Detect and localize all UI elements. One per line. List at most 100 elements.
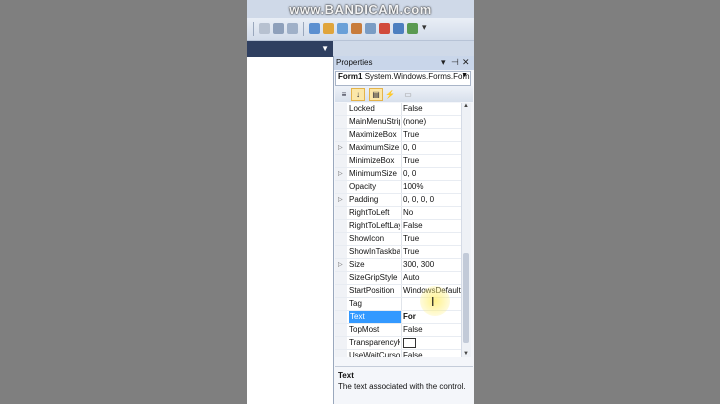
column-divider[interactable] <box>401 194 402 206</box>
property-value[interactable]: True <box>403 155 461 167</box>
toolbar-icon[interactable] <box>379 23 390 34</box>
property-row[interactable]: ShowIcon True <box>335 233 461 246</box>
property-value[interactable]: False <box>403 350 461 357</box>
property-value[interactable]: True <box>403 233 461 245</box>
properties-icon[interactable]: ▤ <box>369 88 383 101</box>
property-value[interactable]: No <box>403 207 461 219</box>
property-value[interactable] <box>403 337 461 349</box>
property-row[interactable]: MinimizeBox True <box>335 155 461 168</box>
column-divider[interactable] <box>401 311 402 323</box>
toolbar-icon[interactable] <box>309 23 320 34</box>
property-row[interactable]: ShowInTaskbar True <box>335 246 461 259</box>
property-value[interactable]: False <box>403 103 461 115</box>
toolbar-icon[interactable] <box>351 23 362 34</box>
column-divider[interactable] <box>401 129 402 141</box>
categorized-icon[interactable]: ≡ <box>337 88 351 101</box>
chevron-down-icon[interactable]: ▼ <box>461 72 468 79</box>
property-value[interactable]: 0, 0 <box>403 168 461 180</box>
column-divider[interactable] <box>401 246 402 258</box>
property-row[interactable]: StartPosition WindowsDefaultLocation <box>335 285 461 298</box>
property-value[interactable]: 0, 0, 0, 0 <box>403 194 461 206</box>
property-row[interactable]: MainMenuStrip (none) <box>335 116 461 129</box>
scroll-thumb[interactable] <box>463 253 469 343</box>
property-row[interactable]: RightToLeft No <box>335 207 461 220</box>
expand-icon[interactable]: ▷ <box>338 259 343 271</box>
property-row[interactable]: ▷ MinimumSize 0, 0 <box>335 168 461 181</box>
column-divider[interactable] <box>401 103 402 115</box>
toolbar-icon[interactable] <box>365 23 376 34</box>
property-value[interactable]: 300, 300 <box>403 259 461 271</box>
column-divider[interactable] <box>401 181 402 193</box>
property-name: Opacity <box>349 182 377 191</box>
scroll-down-icon[interactable]: ▼ <box>463 351 469 357</box>
designer-surface[interactable]: ▼ <box>247 41 333 404</box>
property-row[interactable]: ▷ Padding 0, 0, 0, 0 <box>335 194 461 207</box>
property-row[interactable]: RightToLeftLayoutFalse <box>335 220 461 233</box>
column-divider[interactable] <box>401 168 402 180</box>
column-divider[interactable] <box>401 259 402 271</box>
property-value[interactable]: Auto <box>403 272 461 284</box>
property-name: Padding <box>349 195 379 204</box>
column-divider[interactable] <box>401 142 402 154</box>
property-value[interactable]: For <box>403 311 461 323</box>
row-margin <box>335 246 347 258</box>
column-divider[interactable] <box>401 116 402 128</box>
events-icon[interactable]: ⚡ <box>383 88 397 101</box>
pin-icon[interactable]: ⊣ <box>451 57 459 68</box>
panel-menu-icon[interactable]: ▾ <box>441 57 446 68</box>
expand-icon[interactable]: ▷ <box>338 168 343 180</box>
property-value[interactable]: 100% <box>403 181 461 193</box>
scroll-up-icon[interactable]: ▲ <box>463 103 469 109</box>
property-value[interactable]: True <box>403 129 461 141</box>
toolbar-icon[interactable] <box>287 23 298 34</box>
property-row[interactable]: Text For <box>335 311 461 324</box>
property-row[interactable]: MaximizeBox True <box>335 129 461 142</box>
property-name: SizeGripStyle <box>349 273 398 282</box>
property-name: TopMost <box>349 325 380 334</box>
property-value[interactable]: (none) <box>403 116 461 128</box>
toolbar-icon[interactable] <box>273 23 284 34</box>
expand-icon[interactable]: ▷ <box>338 142 343 154</box>
column-divider[interactable] <box>401 298 402 310</box>
column-divider[interactable] <box>401 337 402 349</box>
property-row[interactable]: TransparencyKey <box>335 337 461 350</box>
toolbar-icon[interactable] <box>323 23 334 34</box>
toolbar-icon[interactable] <box>393 23 404 34</box>
property-value[interactable]: WindowsDefaultLocation <box>403 285 461 297</box>
property-name: MaximumSize <box>349 143 400 152</box>
close-icon[interactable]: ✕ <box>462 57 470 68</box>
property-row[interactable]: ▷ Size 300, 300 <box>335 259 461 272</box>
property-row[interactable]: Tag <box>335 298 461 311</box>
column-divider[interactable] <box>401 220 402 232</box>
column-divider[interactable] <box>401 285 402 297</box>
property-grid-scrollbar[interactable]: ▲ ▼ <box>461 103 471 357</box>
object-selector[interactable]: Form1 System.Windows.Forms.Forn ▼ <box>335 71 471 86</box>
property-value[interactable]: False <box>403 324 461 336</box>
ide-toolbar: ▾ <box>247 18 474 41</box>
column-divider[interactable] <box>401 350 402 357</box>
property-row[interactable]: TopMost False <box>335 324 461 337</box>
property-value[interactable]: 0, 0 <box>403 142 461 154</box>
alphabetical-icon[interactable]: ↓ <box>351 88 365 101</box>
color-swatch <box>403 337 416 348</box>
property-row[interactable]: ▷ MaximumSize 0, 0 <box>335 142 461 155</box>
column-divider[interactable] <box>401 207 402 219</box>
property-row[interactable]: SizeGripStyle Auto <box>335 272 461 285</box>
toolbar-icon[interactable] <box>337 23 348 34</box>
property-name: ShowInTaskbar <box>349 247 400 256</box>
column-divider[interactable] <box>401 155 402 167</box>
property-value[interactable]: True <box>403 246 461 258</box>
tab-dropdown-icon[interactable]: ▼ <box>321 44 329 53</box>
toolbar-overflow-icon[interactable]: ▾ <box>422 22 427 33</box>
column-divider[interactable] <box>401 233 402 245</box>
property-row[interactable]: UseWaitCursor False <box>335 350 461 357</box>
column-divider[interactable] <box>401 272 402 284</box>
toolbar-icon[interactable] <box>407 23 418 34</box>
expand-icon[interactable]: ▷ <box>338 194 343 206</box>
property-row[interactable]: Opacity 100% <box>335 181 461 194</box>
property-pages-icon[interactable]: ▭ <box>401 88 415 101</box>
column-divider[interactable] <box>401 324 402 336</box>
property-row[interactable]: Locked False <box>335 103 461 116</box>
toolbar-icon[interactable] <box>259 23 270 34</box>
property-value[interactable]: False <box>403 220 461 232</box>
